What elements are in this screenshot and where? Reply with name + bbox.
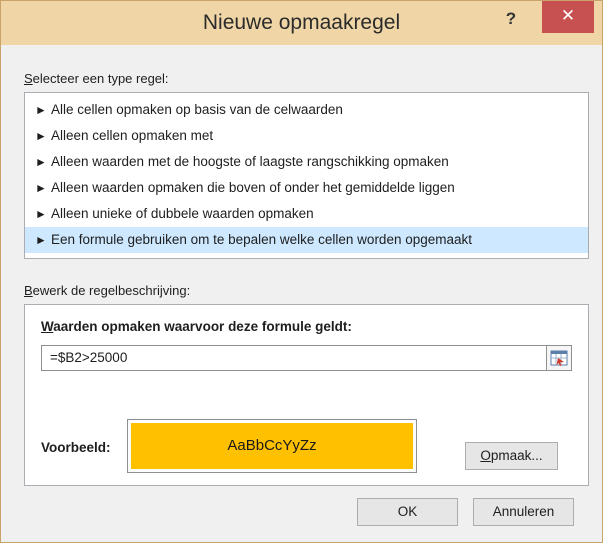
rule-type-item-label: Alleen waarden opmaken die boven of onde…	[51, 180, 455, 195]
format-button-mnemonic: O	[480, 448, 491, 463]
rule-type-item-label: Alleen waarden met de hoogste of laagste…	[51, 154, 449, 169]
rule-type-item-label: Alleen cellen opmaken met	[51, 128, 214, 143]
close-icon: ✕	[560, 6, 576, 25]
rule-type-item-formula[interactable]: ► Een formule gebruiken om te bepalen we…	[25, 227, 588, 253]
rule-type-item-label: Alleen unieke of dubbele waarden opmaken	[51, 206, 314, 221]
format-preview: AaBbCcYyZz	[127, 419, 417, 473]
formula-input[interactable]: =$B2>25000	[41, 345, 547, 371]
formula-label-text: aarden opmaken waarvoor deze formule gel…	[53, 319, 352, 334]
rule-type-item-label: Een formule gebruiken om te bepalen welk…	[51, 232, 473, 247]
title-bar[interactable]: Nieuwe opmaakregel ? ✕	[1, 1, 602, 45]
formula-label-mnemonic: W	[41, 319, 54, 334]
rule-type-item-cells-containing[interactable]: ► Alleen cellen opmaken met	[25, 123, 588, 149]
format-button-label: pmaak...	[490, 448, 543, 463]
arrow-icon: ►	[35, 103, 47, 117]
rule-description-label-text: ewerk de regelbeschrijving:	[32, 283, 191, 298]
rule-description-panel: Waarden opmaken waarvoor deze formule ge…	[24, 304, 589, 486]
ok-button[interactable]: OK	[357, 498, 458, 526]
rule-description-label-mnemonic: B	[24, 283, 33, 298]
arrow-icon: ►	[35, 129, 47, 143]
help-button[interactable]: ?	[498, 9, 524, 31]
format-preview-sample: AaBbCcYyZz	[131, 423, 413, 469]
rule-type-item-top-bottom[interactable]: ► Alleen waarden met de hoogste of laags…	[25, 149, 588, 175]
rule-type-label-mnemonic: S	[24, 71, 33, 86]
new-format-rule-dialog: Nieuwe opmaakregel ? ✕ Selecteer een typ…	[0, 0, 603, 543]
formula-label: Waarden opmaken waarvoor deze formule ge…	[41, 319, 352, 334]
arrow-icon: ►	[35, 181, 47, 195]
arrow-icon: ►	[35, 155, 47, 169]
rule-type-label: Selecteer een type regel:	[24, 71, 169, 86]
rule-type-list[interactable]: ► Alle cellen opmaken op basis van de ce…	[24, 92, 589, 259]
rule-type-item-unique-duplicate[interactable]: ► Alleen unieke of dubbele waarden opmak…	[25, 201, 588, 227]
rule-type-item-label: Alle cellen opmaken op basis van de celw…	[51, 102, 343, 117]
format-button[interactable]: Opmaak...	[465, 442, 558, 470]
rule-description-label: Bewerk de regelbeschrijving:	[24, 283, 190, 298]
rule-type-item-above-below-average[interactable]: ► Alleen waarden opmaken die boven of on…	[25, 175, 588, 201]
rule-type-item-cell-values[interactable]: ► Alle cellen opmaken op basis van de ce…	[25, 97, 588, 123]
collapse-dialog-button[interactable]	[546, 345, 572, 371]
arrow-icon: ►	[35, 207, 47, 221]
arrow-icon: ►	[35, 233, 47, 247]
cancel-button[interactable]: Annuleren	[473, 498, 574, 526]
preview-label: Voorbeeld:	[41, 440, 111, 455]
collapse-dialog-icon	[550, 350, 568, 366]
rule-type-label-text: electeer een type regel:	[32, 71, 169, 86]
close-button[interactable]: ✕	[542, 1, 594, 33]
